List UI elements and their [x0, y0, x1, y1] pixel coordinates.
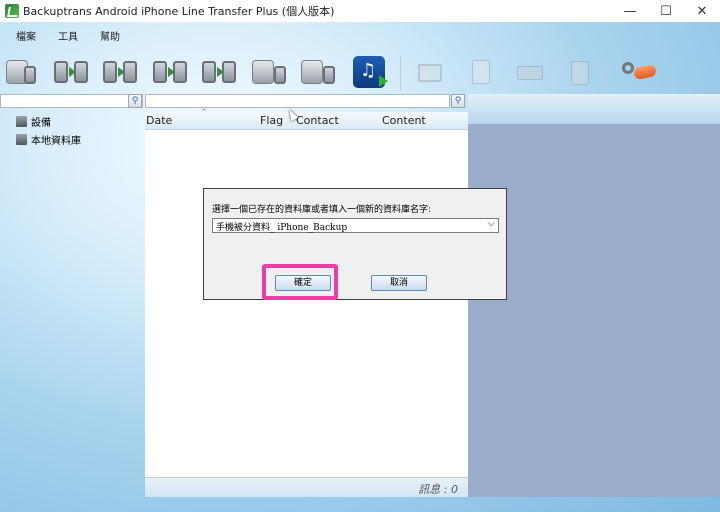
toolbar-separator: [606, 56, 607, 90]
register-key-icon[interactable]: [618, 52, 658, 92]
menu-help[interactable]: 幫助: [100, 28, 120, 43]
message-list[interactable]: ^ Date Flag Contact Content: [145, 108, 468, 496]
chevron-down-icon[interactable]: ⌵: [487, 218, 495, 229]
message-search-input[interactable]: [145, 94, 450, 108]
database-name-combobox[interactable]: 手機被分資料_ iPhone_Backup ⌵: [212, 218, 499, 233]
transfer-iphone-to-android-icon[interactable]: [101, 52, 141, 92]
column-flag[interactable]: Flag: [260, 114, 283, 127]
transfer-android-to-android-icon[interactable]: [151, 52, 191, 92]
tree-item-local-database[interactable]: 本地資料庫: [16, 130, 81, 148]
detail-panel: [468, 124, 720, 497]
combo-value: 手機被分資料_ iPhone_Backup: [216, 223, 348, 233]
menu-bar: 檔案 工具 幫助: [0, 22, 142, 48]
toolbar: ♫: [0, 52, 720, 94]
list-header: ^ Date Flag Contact Content: [145, 108, 468, 130]
close-button[interactable]: ✕: [684, 0, 720, 22]
app-logo-icon: [5, 4, 19, 18]
export-photos-icon[interactable]: [410, 52, 450, 92]
export-document-icon[interactable]: [460, 52, 500, 92]
search-icon[interactable]: ⚲: [451, 94, 465, 108]
ok-button-highlight: [262, 264, 338, 300]
device-search-input[interactable]: [0, 94, 143, 108]
transfer-android-to-iphone-icon[interactable]: [52, 52, 92, 92]
tree-item-label: 設備: [31, 117, 51, 129]
backup-database-icon[interactable]: [2, 52, 42, 92]
select-database-dialog: 選擇一個已存在的資料庫或者填入一個新的資料庫名字: 手機被分資料_ iPhone…: [203, 188, 507, 300]
window-controls: — ☐ ✕: [612, 0, 720, 22]
local-database-icon: [16, 133, 27, 145]
maximize-button[interactable]: ☐: [648, 0, 684, 22]
minimize-button[interactable]: —: [612, 0, 648, 22]
detail-header: [468, 94, 720, 124]
toolbar-separator: [400, 56, 401, 90]
column-content[interactable]: Content: [382, 114, 426, 127]
tree-item-label: 本地資料庫: [31, 135, 81, 147]
delete-icon[interactable]: [559, 52, 599, 92]
message-count: 訊息 : 0: [418, 483, 458, 496]
sort-indicator-icon: ^: [201, 108, 207, 116]
device-icon: [16, 115, 27, 127]
transfer-iphone-to-iphone-icon[interactable]: [200, 52, 240, 92]
column-date[interactable]: Date: [146, 114, 172, 127]
status-bar: 訊息 : 0: [145, 477, 468, 497]
search-icon[interactable]: ⚲: [128, 94, 142, 108]
window-title: Backuptrans Android iPhone Line Transfer…: [23, 5, 335, 18]
itunes-transfer-icon[interactable]: ♫: [353, 56, 388, 88]
menu-file[interactable]: 檔案: [16, 28, 36, 43]
dialog-prompt: 選擇一個已存在的資料庫或者填入一個新的資料庫名字:: [212, 205, 432, 215]
title-bar: Backuptrans Android iPhone Line Transfer…: [0, 0, 720, 22]
restore-to-android-icon[interactable]: [250, 52, 290, 92]
print-icon[interactable]: [509, 52, 549, 92]
restore-to-iphone-icon[interactable]: [299, 52, 339, 92]
device-tree: 設備 本地資料庫: [16, 112, 81, 148]
tree-item-devices[interactable]: 設備: [16, 112, 81, 130]
menu-tools[interactable]: 工具: [58, 28, 78, 43]
cancel-button[interactable]: 取消: [371, 275, 427, 291]
column-contact[interactable]: Contact: [296, 114, 339, 127]
